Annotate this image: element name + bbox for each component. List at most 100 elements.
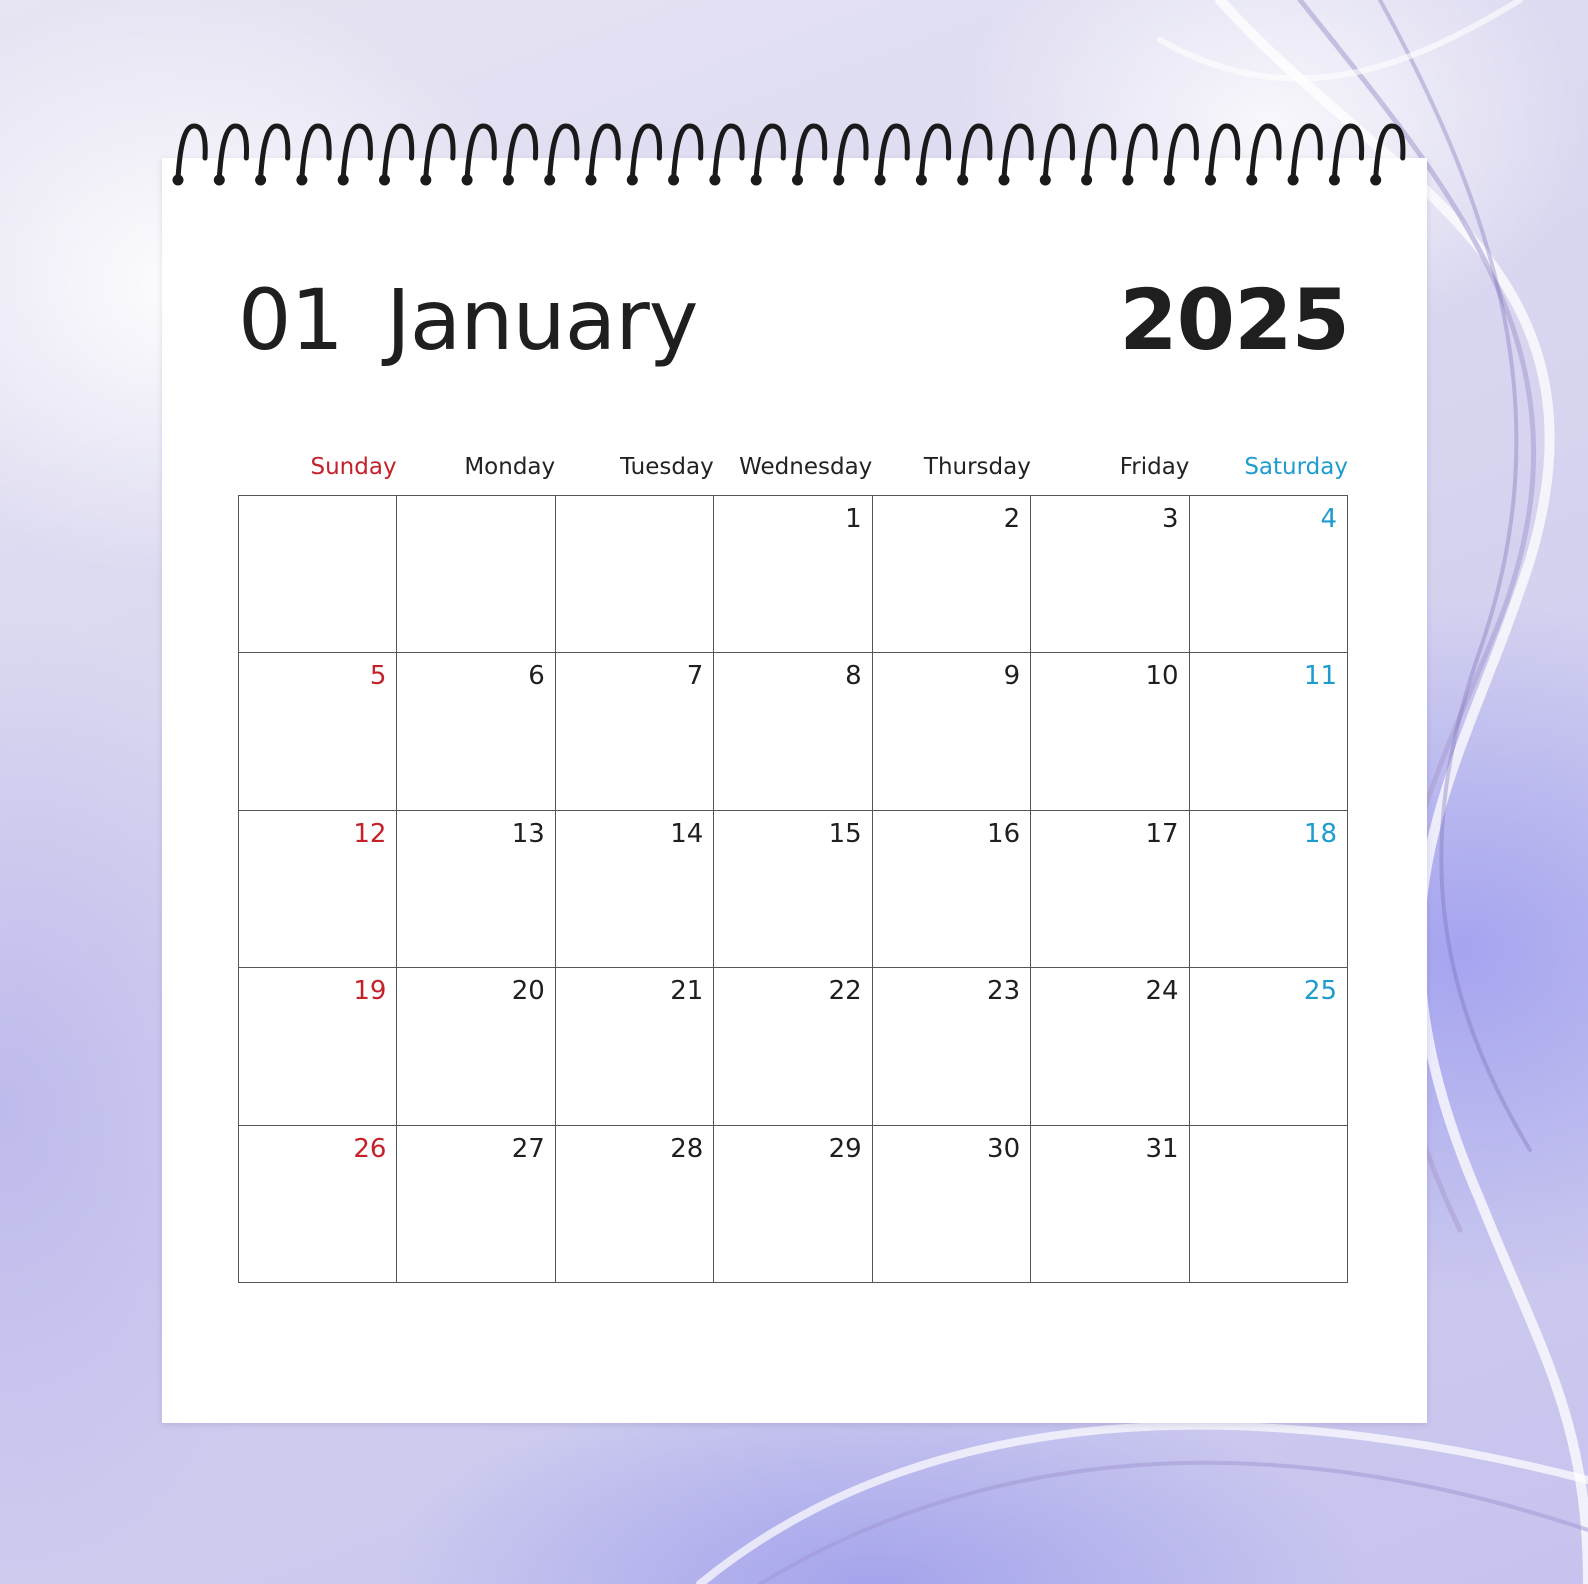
day-number: 5 <box>369 661 387 692</box>
day-cell: 6 <box>397 653 556 811</box>
spiral-loop <box>668 123 704 186</box>
day-cell: 29 <box>714 1125 873 1283</box>
spiral-loop <box>626 123 663 186</box>
day-number: 29 <box>828 1133 862 1164</box>
day-cell: 11 <box>1189 653 1348 811</box>
day-cell: 4 <box>1189 496 1348 654</box>
day-cell: 23 <box>872 968 1032 1126</box>
day-cell: 5 <box>239 653 398 811</box>
day-number: 21 <box>670 976 704 1007</box>
spiral-loop <box>1163 123 1199 186</box>
year-label: 2025 <box>1119 271 1350 369</box>
day-cell: 22 <box>714 968 873 1126</box>
day-number: 22 <box>828 976 862 1007</box>
spiral-loop <box>337 123 373 186</box>
day-number: 9 <box>1003 661 1021 692</box>
day-cell: 14 <box>555 810 715 969</box>
day-cell: 8 <box>714 653 873 811</box>
day-cell: 12 <box>239 810 398 969</box>
day-cell: 2 <box>872 496 1032 654</box>
day-number: 30 <box>987 1133 1021 1164</box>
day-number: 1 <box>845 504 862 534</box>
day-number: 20 <box>511 976 545 1007</box>
spiral-loop <box>750 123 786 186</box>
day-number: 3 <box>1162 504 1179 534</box>
day-number: 17 <box>1145 818 1179 849</box>
day-cell: 30 <box>872 1125 1032 1283</box>
spiral-loop <box>874 123 910 186</box>
spiral-loop <box>461 123 497 186</box>
spiral-loop <box>296 123 332 186</box>
day-number: 23 <box>987 976 1021 1007</box>
weekday-friday: Friday <box>1119 454 1190 480</box>
month-name: January <box>386 271 698 369</box>
day-number: 4 <box>1320 504 1337 534</box>
weekday-wednesday: Wednesday <box>739 454 873 480</box>
spiral-loop <box>1205 123 1241 186</box>
day-number: 18 <box>1303 818 1337 849</box>
calendar-page: 01 January 2025 Sunday Monday Tuesday We… <box>162 158 1427 1423</box>
day-cell: 1 <box>714 496 873 654</box>
spiral-loop <box>833 123 869 186</box>
spiral-loop <box>1370 123 1406 186</box>
day-cell: 7 <box>555 653 715 811</box>
spiral-loop <box>957 123 993 186</box>
day-number: 31 <box>1145 1133 1179 1164</box>
spiral-loop <box>1328 123 1365 186</box>
day-number: 6 <box>528 661 545 692</box>
day-cell: 27 <box>397 1125 556 1283</box>
day-cell: 26 <box>239 1125 398 1283</box>
day-number: 14 <box>670 818 704 849</box>
spiral-loop <box>1081 123 1117 186</box>
spiral-loop <box>792 123 828 186</box>
day-cell: 13 <box>397 810 556 969</box>
day-number: 10 <box>1145 661 1179 692</box>
calendar-grid: 1 2 3 4 5 6 7 8 9 10 11 12 13 14 15 16 1… <box>238 495 1348 1283</box>
day-number: 16 <box>987 818 1021 849</box>
day-cell: 28 <box>555 1125 715 1283</box>
day-number: 28 <box>670 1133 704 1164</box>
day-cell: 17 <box>1031 810 1190 969</box>
spiral-loop <box>1122 123 1158 186</box>
weekday-header-row: Sunday Monday Tuesday Wednesday Thursday… <box>238 450 1348 484</box>
day-cell: 18 <box>1189 810 1348 969</box>
day-cell: 20 <box>397 968 556 1126</box>
day-number: 19 <box>353 976 387 1007</box>
day-cell: 19 <box>239 968 398 1126</box>
day-cell <box>555 496 715 654</box>
day-number: 2 <box>1003 504 1021 534</box>
spiral-loop <box>502 123 539 186</box>
day-number: 24 <box>1145 976 1179 1007</box>
spiral-loop <box>1287 123 1323 186</box>
spiral-loop <box>998 123 1034 186</box>
day-number: 8 <box>845 661 862 692</box>
day-number: 12 <box>353 818 387 849</box>
day-cell: 3 <box>1031 496 1190 654</box>
weekday-saturday: Saturday <box>1244 454 1348 480</box>
month-number: 01 <box>238 271 344 369</box>
day-cell: 16 <box>872 810 1032 969</box>
weekday-monday: Monday <box>464 454 556 480</box>
day-cell: 9 <box>872 653 1032 811</box>
day-cell <box>1189 1125 1348 1283</box>
spiral-loop <box>1039 123 1076 186</box>
spiral-loop <box>172 123 208 186</box>
day-number: 25 <box>1303 976 1337 1007</box>
weekday-thursday: Thursday <box>923 454 1031 480</box>
day-number: 7 <box>686 661 704 692</box>
spiral-loop <box>709 123 745 186</box>
spiral-loop <box>379 123 415 186</box>
weekday-tuesday: Tuesday <box>620 454 714 480</box>
day-cell: 10 <box>1031 653 1190 811</box>
day-cell: 24 <box>1031 968 1190 1126</box>
spiral-binding <box>172 123 1406 186</box>
day-number: 13 <box>511 818 545 849</box>
weekday-sunday: Sunday <box>310 454 397 480</box>
day-cell: 31 <box>1031 1125 1190 1283</box>
day-cell <box>239 496 398 654</box>
spiral-loop <box>585 123 621 186</box>
day-number: 11 <box>1303 661 1337 692</box>
spiral-loop <box>544 123 580 186</box>
spiral-loop <box>213 123 250 186</box>
day-cell: 25 <box>1189 968 1348 1126</box>
